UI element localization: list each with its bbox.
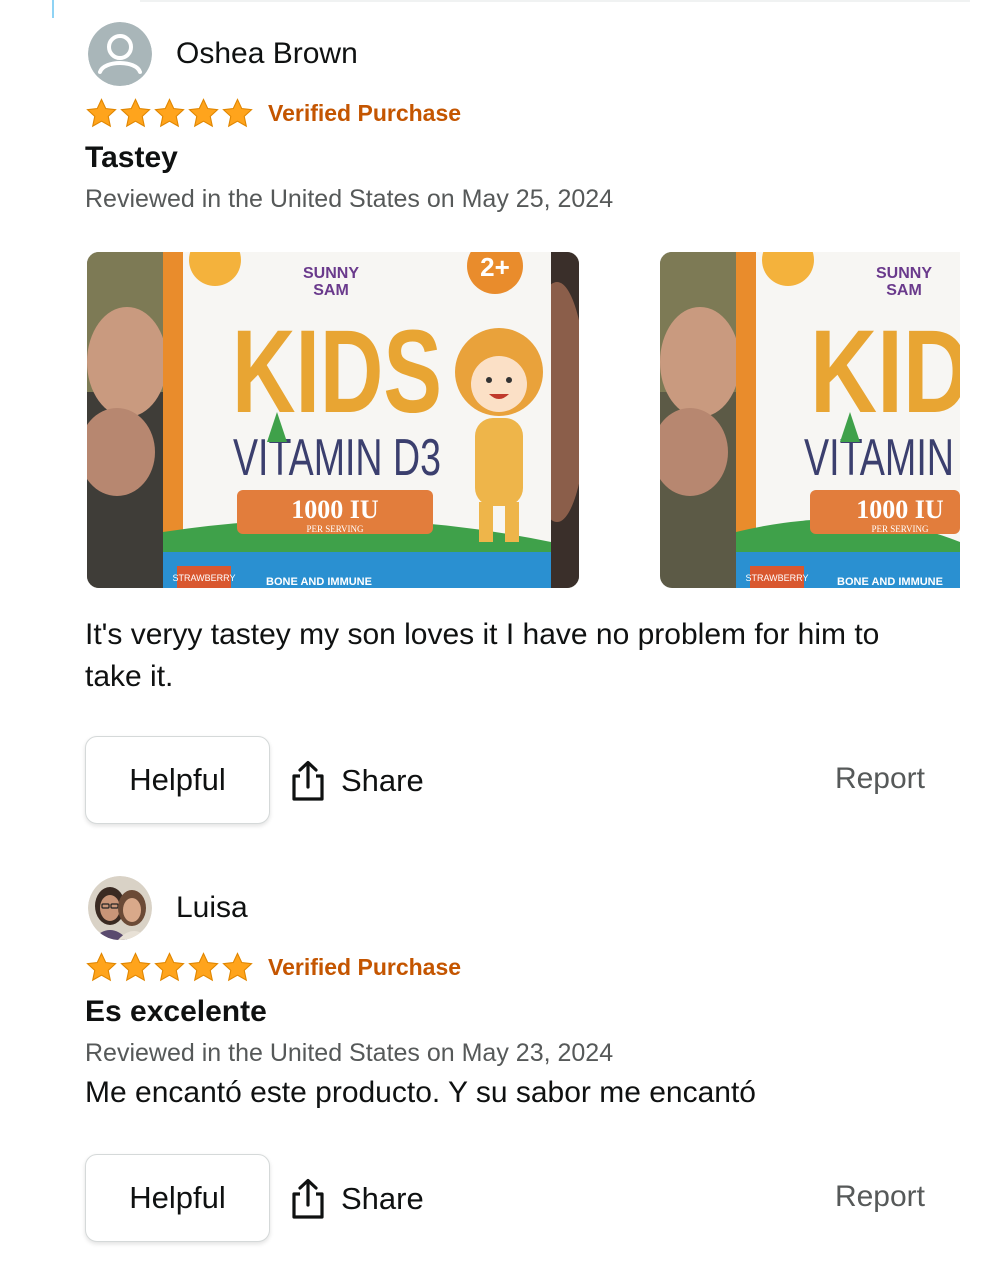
- bottom-label: BONE AND IMMUNE: [266, 576, 372, 588]
- top-divider: [140, 0, 970, 2]
- review-photo[interactable]: SUNNY SAM KID VITAMIN 1000 IU PER SERVIN…: [660, 252, 960, 588]
- review-date: Reviewed in the United States on May 25,…: [85, 185, 614, 213]
- star-rating[interactable]: [85, 97, 254, 130]
- scroll-accent: [52, 0, 54, 18]
- star-icon: [154, 97, 185, 127]
- age-label: 2+: [480, 252, 510, 282]
- flavor-label: STRAWBERRY: [172, 573, 235, 583]
- review-body: It's veryy tastey my son loves it I have…: [85, 618, 880, 693]
- verified-purchase-badge: Verified Purchase: [268, 953, 462, 980]
- share-button[interactable]: Share: [289, 760, 424, 802]
- star-icon: [154, 951, 185, 981]
- dose-sub-label: PER SERVING: [306, 524, 364, 534]
- star-icon: [86, 97, 117, 127]
- reviewer-name: Luisa: [176, 891, 248, 924]
- reviewer-name: Oshea Brown: [176, 37, 358, 70]
- bottom-label: BONE AND IMMUNE: [837, 576, 943, 588]
- star-rating[interactable]: [85, 951, 254, 984]
- brand-line2: SAM: [886, 282, 922, 299]
- report-link[interactable]: Report: [835, 762, 925, 796]
- dose-sub-label: PER SERVING: [871, 524, 929, 534]
- star-icon: [120, 951, 151, 981]
- dose-label: 1000 IU: [291, 495, 379, 524]
- product-subtitle: VITAMIN D3: [233, 429, 441, 487]
- product-name-cropped: KID: [810, 306, 960, 438]
- star-icon: [188, 97, 219, 127]
- review-body: Me encantó este producto. Y su sabor me …: [85, 1076, 756, 1109]
- star-icon: [120, 97, 151, 127]
- share-button[interactable]: Share: [289, 1178, 424, 1220]
- share-label: Share: [341, 763, 424, 798]
- review-date: Reviewed in the United States on May 23,…: [85, 1039, 614, 1067]
- star-icon: [86, 951, 117, 981]
- verified-purchase-badge: Verified Purchase: [268, 99, 462, 126]
- review-photos: 2+ SUNNY SAM KIDS VITAMIN D3 1000 IU PER…: [85, 252, 999, 588]
- product-subtitle-cropped: VITAMIN: [804, 429, 954, 487]
- star-icon: [188, 951, 219, 981]
- helpful-button[interactable]: Helpful: [85, 1154, 270, 1242]
- share-label: Share: [341, 1181, 424, 1216]
- share-icon: [292, 760, 324, 801]
- report-link[interactable]: Report: [835, 1180, 925, 1214]
- helpful-button[interactable]: Helpful: [85, 736, 270, 824]
- dose-label: 1000 IU: [856, 495, 944, 524]
- review-title: Es excelente: [85, 995, 267, 1028]
- reviewer-profile[interactable]: Luisa: [88, 876, 965, 940]
- review-card: Oshea Brown Verified Purchase Tastey Rev…: [85, 22, 965, 824]
- review-title: Tastey: [85, 141, 178, 174]
- review-photo[interactable]: 2+ SUNNY SAM KIDS VITAMIN D3 1000 IU PER…: [87, 252, 579, 588]
- rating-row: Verified Purchase: [85, 94, 965, 132]
- reviewer-profile[interactable]: Oshea Brown: [88, 22, 965, 86]
- star-icon: [222, 97, 253, 127]
- review-actions: Helpful Share Report: [85, 1154, 965, 1242]
- star-icon: [222, 951, 253, 981]
- brand-line2: SAM: [313, 282, 349, 299]
- review-actions: Helpful Share Report: [85, 736, 965, 824]
- review-card: Luisa Verified Purchase Es excelente Rev…: [85, 876, 965, 1242]
- flavor-label: STRAWBERRY: [745, 573, 808, 583]
- rating-row: Verified Purchase: [85, 948, 965, 986]
- product-name: KIDS: [232, 306, 442, 438]
- brand-line1: SUNNY: [876, 265, 932, 282]
- brand-line1: SUNNY: [303, 265, 359, 282]
- share-icon: [292, 1178, 324, 1219]
- avatar: [88, 876, 152, 940]
- default-avatar-icon: [88, 22, 152, 86]
